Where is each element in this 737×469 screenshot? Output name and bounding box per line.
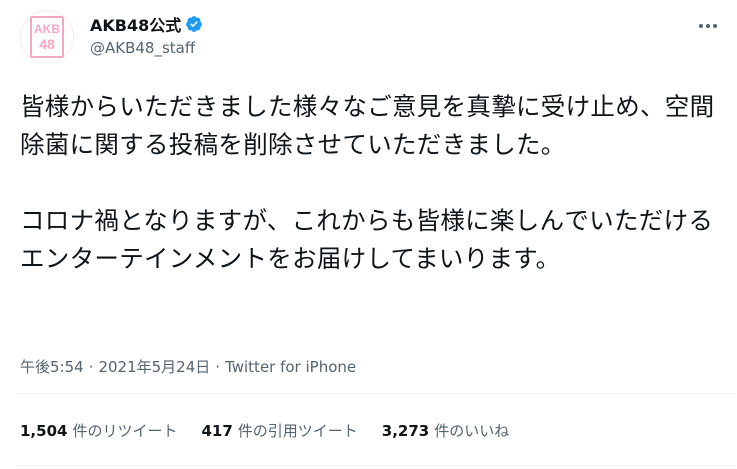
more-horizontal-icon[interactable] xyxy=(696,14,720,38)
user-handle[interactable]: @AKB48_staff xyxy=(90,39,203,57)
tweet-source[interactable]: Twitter for iPhone xyxy=(225,358,356,376)
svg-text:AKB: AKB xyxy=(34,22,60,36)
tweet-stats: 1,504 件のリツイート 417 件の引用ツイート 3,273 件のいいね xyxy=(20,420,533,441)
quotes-stat[interactable]: 417 件の引用ツイート xyxy=(201,420,357,441)
user-names: AKB48公式 @AKB48_staff xyxy=(90,12,203,57)
tweet-time[interactable]: 午後5:54 xyxy=(20,356,84,377)
svg-text:48: 48 xyxy=(39,36,55,52)
akb48-logo-icon: AKB 48 xyxy=(21,11,73,63)
tweet-meta: 午後5:54 · 2021年5月24日 · Twitter for iPhone xyxy=(20,356,356,377)
tweet-text: 皆様からいただきました様々なご意見を真摯に受け止め、空間除菌に関する投稿を削除さ… xyxy=(20,92,715,273)
tweet-header: AKB 48 AKB48公式 @AKB48_staff xyxy=(14,8,724,68)
divider xyxy=(16,465,736,466)
verified-badge-icon xyxy=(185,15,203,33)
likes-label: 件のいいね xyxy=(434,422,510,440)
retweets-stat[interactable]: 1,504 件のリツイート xyxy=(20,420,177,441)
likes-stat[interactable]: 3,273 件のいいね xyxy=(382,420,509,441)
divider xyxy=(16,393,736,394)
meta-separator: · xyxy=(88,357,94,376)
retweets-label: 件のリツイート xyxy=(72,422,178,440)
quotes-count: 417 xyxy=(201,421,233,440)
quotes-label: 件の引用ツイート xyxy=(237,422,358,440)
retweets-count: 1,504 xyxy=(20,421,68,440)
tweet-card: AKB 48 AKB48公式 @AKB48_staff 皆様からいただきました様… xyxy=(0,0,737,469)
tweet-date[interactable]: 2021年5月24日 xyxy=(98,356,210,377)
likes-count: 3,273 xyxy=(381,421,430,440)
display-name[interactable]: AKB48公式 xyxy=(90,12,181,36)
meta-separator: · xyxy=(215,357,221,376)
display-name-row: AKB48公式 xyxy=(90,12,203,36)
avatar[interactable]: AKB 48 xyxy=(20,10,74,64)
